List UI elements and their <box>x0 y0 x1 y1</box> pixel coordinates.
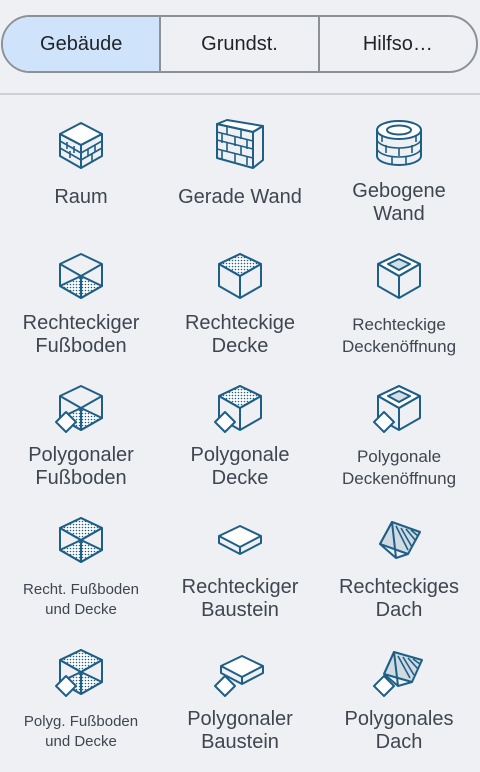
tab-gebaeude[interactable]: Gebäude <box>3 17 162 71</box>
tool-polygonaler-fussboden[interactable]: Polygonaler Fußboden <box>0 376 162 508</box>
polygonal-roof-icon <box>373 651 423 697</box>
tool-label: Polygonales Dach <box>344 708 454 753</box>
rectangular-ceiling-opening-icon <box>377 253 421 299</box>
rectangular-roof-icon <box>379 521 421 559</box>
tool-rechteckiges-dach[interactable]: Rechteckiges Dach <box>318 508 480 640</box>
tool-gerade-wand[interactable]: Gerade Wand <box>162 112 318 244</box>
tool-gebogene-wand[interactable]: Gebogene Wand <box>318 112 480 244</box>
polygonal-block-icon <box>214 655 264 697</box>
tool-polygonaler-baustein[interactable]: Polygonaler Baustein <box>162 640 318 772</box>
divider <box>0 93 480 95</box>
polygonal-floor-and-ceiling-icon <box>55 649 103 697</box>
tool-label: Recht. Fußboden und Decke <box>23 581 139 618</box>
tool-rechteckiger-fussboden[interactable]: Rechteckiger Fußboden <box>0 244 162 376</box>
tool-rechteckiger-baustein[interactable]: Rechteckiger Baustein <box>162 508 318 640</box>
tool-label: Rechteckiger Fußboden <box>22 312 140 357</box>
rectangular-block-icon <box>218 525 262 555</box>
tool-rechteckige-decke[interactable]: Rechteckige Decke <box>162 244 318 376</box>
tool-polygonales-dach[interactable]: Polygonales Dach <box>318 640 480 772</box>
tool-label: Rechteckige Deckenöffnung <box>341 315 457 356</box>
tool-label: Rechteckiges Dach <box>338 576 460 621</box>
tool-label: Rechteckige Decke <box>184 312 296 357</box>
rectangular-floor-icon <box>59 253 103 299</box>
curved-wall-icon <box>376 120 422 166</box>
tool-label: Polygonale Deckenöffnung <box>341 447 457 488</box>
tool-label: Polygonaler Fußboden <box>28 444 134 489</box>
tool-polyg-fussboden-und-decke[interactable]: Polyg. Fußboden und Decke <box>0 640 162 772</box>
tool-label: Polyg. Fußboden und Decke <box>23 713 139 750</box>
rectangular-ceiling-icon <box>218 253 262 299</box>
tool-polygonale-decke[interactable]: Polygonale Decke <box>162 376 318 508</box>
tool-label: Polygonaler Baustein <box>187 708 293 753</box>
tool-label: Gebogene Wand <box>352 180 446 225</box>
category-tab-bar: Gebäude Grundst. Hilfso… <box>1 15 478 73</box>
tool-label: Polygonale Decke <box>190 444 290 489</box>
tool-polygonale-deckenoeffnung[interactable]: Polygonale Deckenöffnung <box>318 376 480 508</box>
tool-label: Raum <box>54 186 108 208</box>
tab-grundstueck[interactable]: Grundst. <box>161 17 320 71</box>
tab-hilfsobjekte[interactable]: Hilfso… <box>320 17 476 71</box>
tool-label: Rechteckiger Baustein <box>181 576 299 621</box>
tool-raum[interactable]: Raum <box>0 112 162 244</box>
rectangular-floor-and-ceiling-icon <box>59 517 103 563</box>
polygonal-ceiling-icon <box>214 385 262 433</box>
room-icon <box>59 122 103 169</box>
tool-rechteckige-deckenoeffnung[interactable]: Rechteckige Deckenöffnung <box>318 244 480 376</box>
tool-grid: Raum Gerade Wand Gebogene Wand Rechtecki… <box>0 112 480 772</box>
polygonal-ceiling-opening-icon <box>373 385 421 433</box>
tool-recht-fussboden-und-decke[interactable]: Recht. Fußboden und Decke <box>0 508 162 640</box>
straight-wall-icon <box>216 119 264 169</box>
polygonal-floor-icon <box>55 385 103 433</box>
tool-label: Gerade Wand <box>178 186 302 208</box>
